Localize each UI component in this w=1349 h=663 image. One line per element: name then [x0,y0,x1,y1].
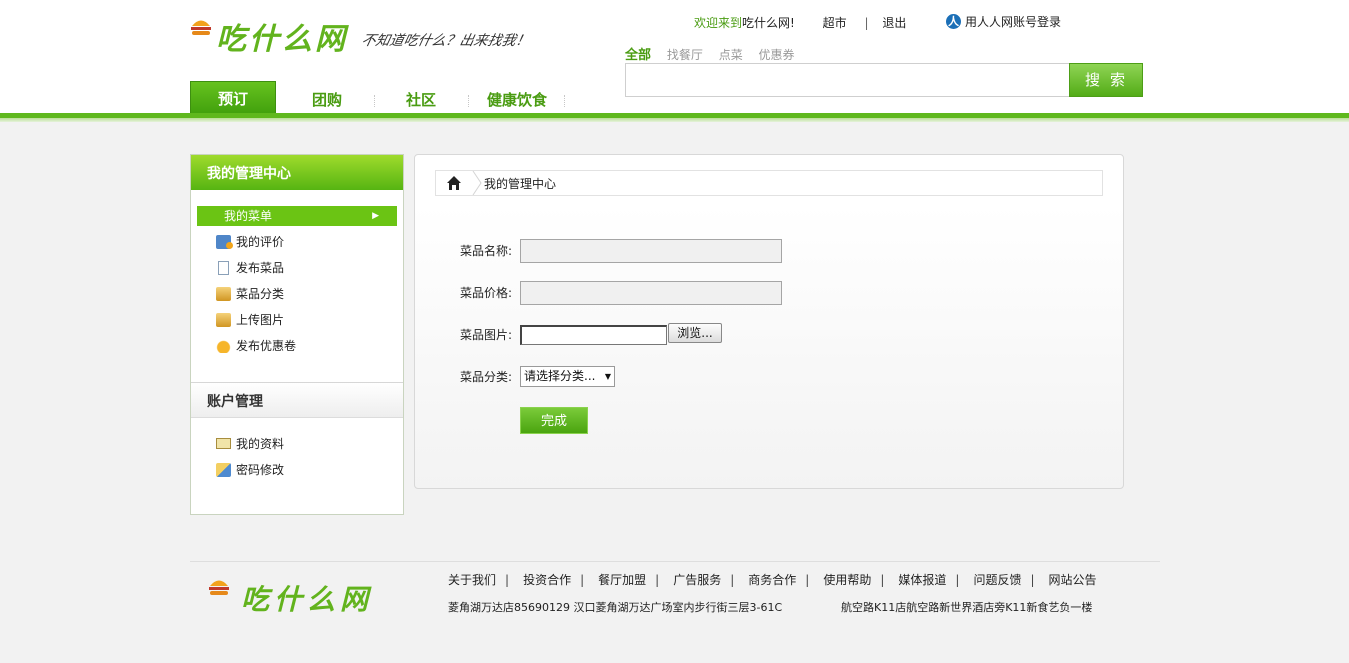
footer-link-media[interactable]: 媒体报道 [898,573,946,587]
site-header: 吃什么网 不知道吃什么？出来找我！ 欢迎来到吃什么网! 超市 | 退出 用人人网… [0,0,1349,122]
footer-logo-text: 吃什么网 [241,583,374,616]
breadcrumb: 我的管理中心 [435,170,1103,196]
sidebar-item-dish-category[interactable]: 菜品分类 [216,281,403,307]
profile-card-icon [216,438,231,449]
welcome-text: 欢迎来到 [694,16,743,30]
sidebar-item-publish-dish[interactable]: 发布菜品 [216,255,403,281]
dish-name-input[interactable] [520,239,782,263]
coupon-icon [216,339,231,353]
footer-link-help[interactable]: 使用帮助 [823,573,871,587]
footer-logo[interactable]: 吃什么网 [208,572,398,620]
sidebar-item-label: 我的资料 [236,437,285,451]
submit-button[interactable]: 完成 [520,407,588,434]
footer-separator: | [655,573,660,587]
sidebar-menu-header[interactable]: 我的菜单 ▶ [197,206,397,226]
sidebar-item-publish-coupon[interactable]: 发布优惠卷 [216,333,403,359]
dish-category-select[interactable]: 请选择分类... ▼ [520,366,615,387]
edit-password-icon [216,463,231,477]
footer-separator: | [1030,573,1035,587]
footer-link-announcement[interactable]: 网站公告 [1049,573,1097,587]
site-logo[interactable]: 吃什么网 不知道吃什么？出来找我！ [190,12,532,57]
sidebar-menu-list: 我的评价 发布菜品 菜品分类 上传图片 发布优惠卷 [191,226,403,359]
search-tab-coupon[interactable]: 优惠券 [759,48,795,62]
search-input[interactable] [625,63,1070,97]
category-icon [216,287,231,301]
sidebar-item-my-reviews[interactable]: 我的评价 [216,229,403,255]
footer-address-2: 航空路K11店航空路新世界酒店旁K11新食艺负一楼 [841,601,1093,614]
logo-slogan: 不知道吃什么？出来找我！ [360,33,532,49]
sidebar-item-change-password[interactable]: 密码修改 [216,457,403,483]
sidebar-menu-title: 我的菜单 [224,209,273,223]
sidebar-item-label: 发布优惠卷 [236,339,297,353]
footer-link-franchise[interactable]: 餐厅加盟 [598,573,646,587]
home-icon[interactable] [436,171,472,195]
sidebar-item-label: 密码修改 [236,463,285,477]
nav-tab-community[interactable]: 社区 [384,81,458,114]
account-section-title: 账户管理 [191,383,403,418]
sidebar: 我的管理中心 我的菜单 ▶ 我的评价 发布菜品 菜品分类 上传图片 发布优惠卷 … [190,154,404,515]
main-panel: 我的管理中心 菜品名称: 菜品价格: 菜品图片: 浏览... 菜品分类: 请选择… [414,154,1124,489]
footer-divider [190,561,1160,562]
footer-link-investment[interactable]: 投资合作 [523,573,571,587]
search-button[interactable]: 搜索 [1069,63,1143,97]
dish-image-file-field[interactable] [520,325,667,345]
dish-name-label: 菜品名称: [460,244,513,258]
caret-down-icon: ▼ [604,372,611,381]
upload-image-icon [216,313,231,327]
search-tab-all[interactable]: 全部 [625,48,651,63]
renren-login-link[interactable]: 用人人网账号登录 [946,13,1061,30]
review-icon [216,235,233,249]
footer-links: 关于我们 | 投资合作 | 餐厅加盟 | 广告服务 | 商务合作 | 使用帮助 | 媒体报道 | 问题反馈 |… [448,571,1097,588]
nav-separator [374,95,375,107]
nav-tab-booking[interactable]: 预订 [190,81,276,114]
sidebar-item-my-profile[interactable]: 我的资料 [216,431,403,457]
footer-link-advertising[interactable]: 广告服务 [673,573,721,587]
renren-login-label: 用人人网账号登录 [965,15,1062,29]
search-tabs: 全部 找餐厅 点菜 优惠券 [625,44,807,63]
footer-separator: | [880,573,885,587]
sidebar-item-label: 上传图片 [236,313,285,327]
footer-address-1: 菱角湖万达店85690129 汉口菱角湖万达广场室内步行街三层3-61C [448,601,783,614]
top-link-separator: | [864,16,869,30]
header-divider [0,113,1349,122]
top-links: 欢迎来到吃什么网! 超市 | 退出 [694,14,906,30]
document-icon [218,261,229,275]
supermarket-link[interactable]: 超市 [823,16,847,30]
sidebar-item-label: 菜品分类 [236,287,285,301]
nav-tab-healthy-diet[interactable]: 健康饮食 [480,81,554,114]
footer-link-about[interactable]: 关于我们 [448,573,496,587]
search-tab-restaurant[interactable]: 找餐厅 [667,48,703,62]
footer-separator: | [805,573,810,587]
browse-button[interactable]: 浏览... [668,323,722,343]
breadcrumb-chevron-icon [472,171,482,195]
logo-text: 吃什么网 [216,22,348,57]
nav-separator [564,95,565,107]
welcome-site-name: 吃什么网! [742,16,795,30]
dish-price-label: 菜品价格: [460,286,513,300]
dish-category-label: 菜品分类: [460,370,513,384]
breadcrumb-current: 我的管理中心 [484,177,557,191]
sidebar-item-label: 我的评价 [236,235,285,249]
footer-separator: | [580,573,585,587]
sidebar-item-label: 发布菜品 [236,261,285,275]
footer-separator: | [505,573,510,587]
dish-image-label: 菜品图片: [460,328,513,342]
account-menu-list: 我的资料 密码修改 [191,418,403,483]
footer-separator: | [730,573,735,587]
nav-separator [468,95,469,107]
triangle-right-icon: ▶ [372,211,379,221]
sidebar-title: 我的管理中心 [191,155,403,190]
dish-category-selected: 请选择分类... [524,369,596,383]
footer-link-feedback[interactable]: 问题反馈 [973,573,1021,587]
burger-icon [191,20,211,35]
logout-link[interactable]: 退出 [882,16,906,30]
burger-icon [209,580,229,595]
footer-link-business[interactable]: 商务合作 [748,573,796,587]
sidebar-item-upload-image[interactable]: 上传图片 [216,307,403,333]
renren-icon [946,13,961,29]
dish-price-input[interactable] [520,281,782,305]
nav-tab-group-buy[interactable]: 团购 [290,81,364,114]
footer-separator: | [955,573,960,587]
search-tab-dish[interactable]: 点菜 [719,48,743,62]
